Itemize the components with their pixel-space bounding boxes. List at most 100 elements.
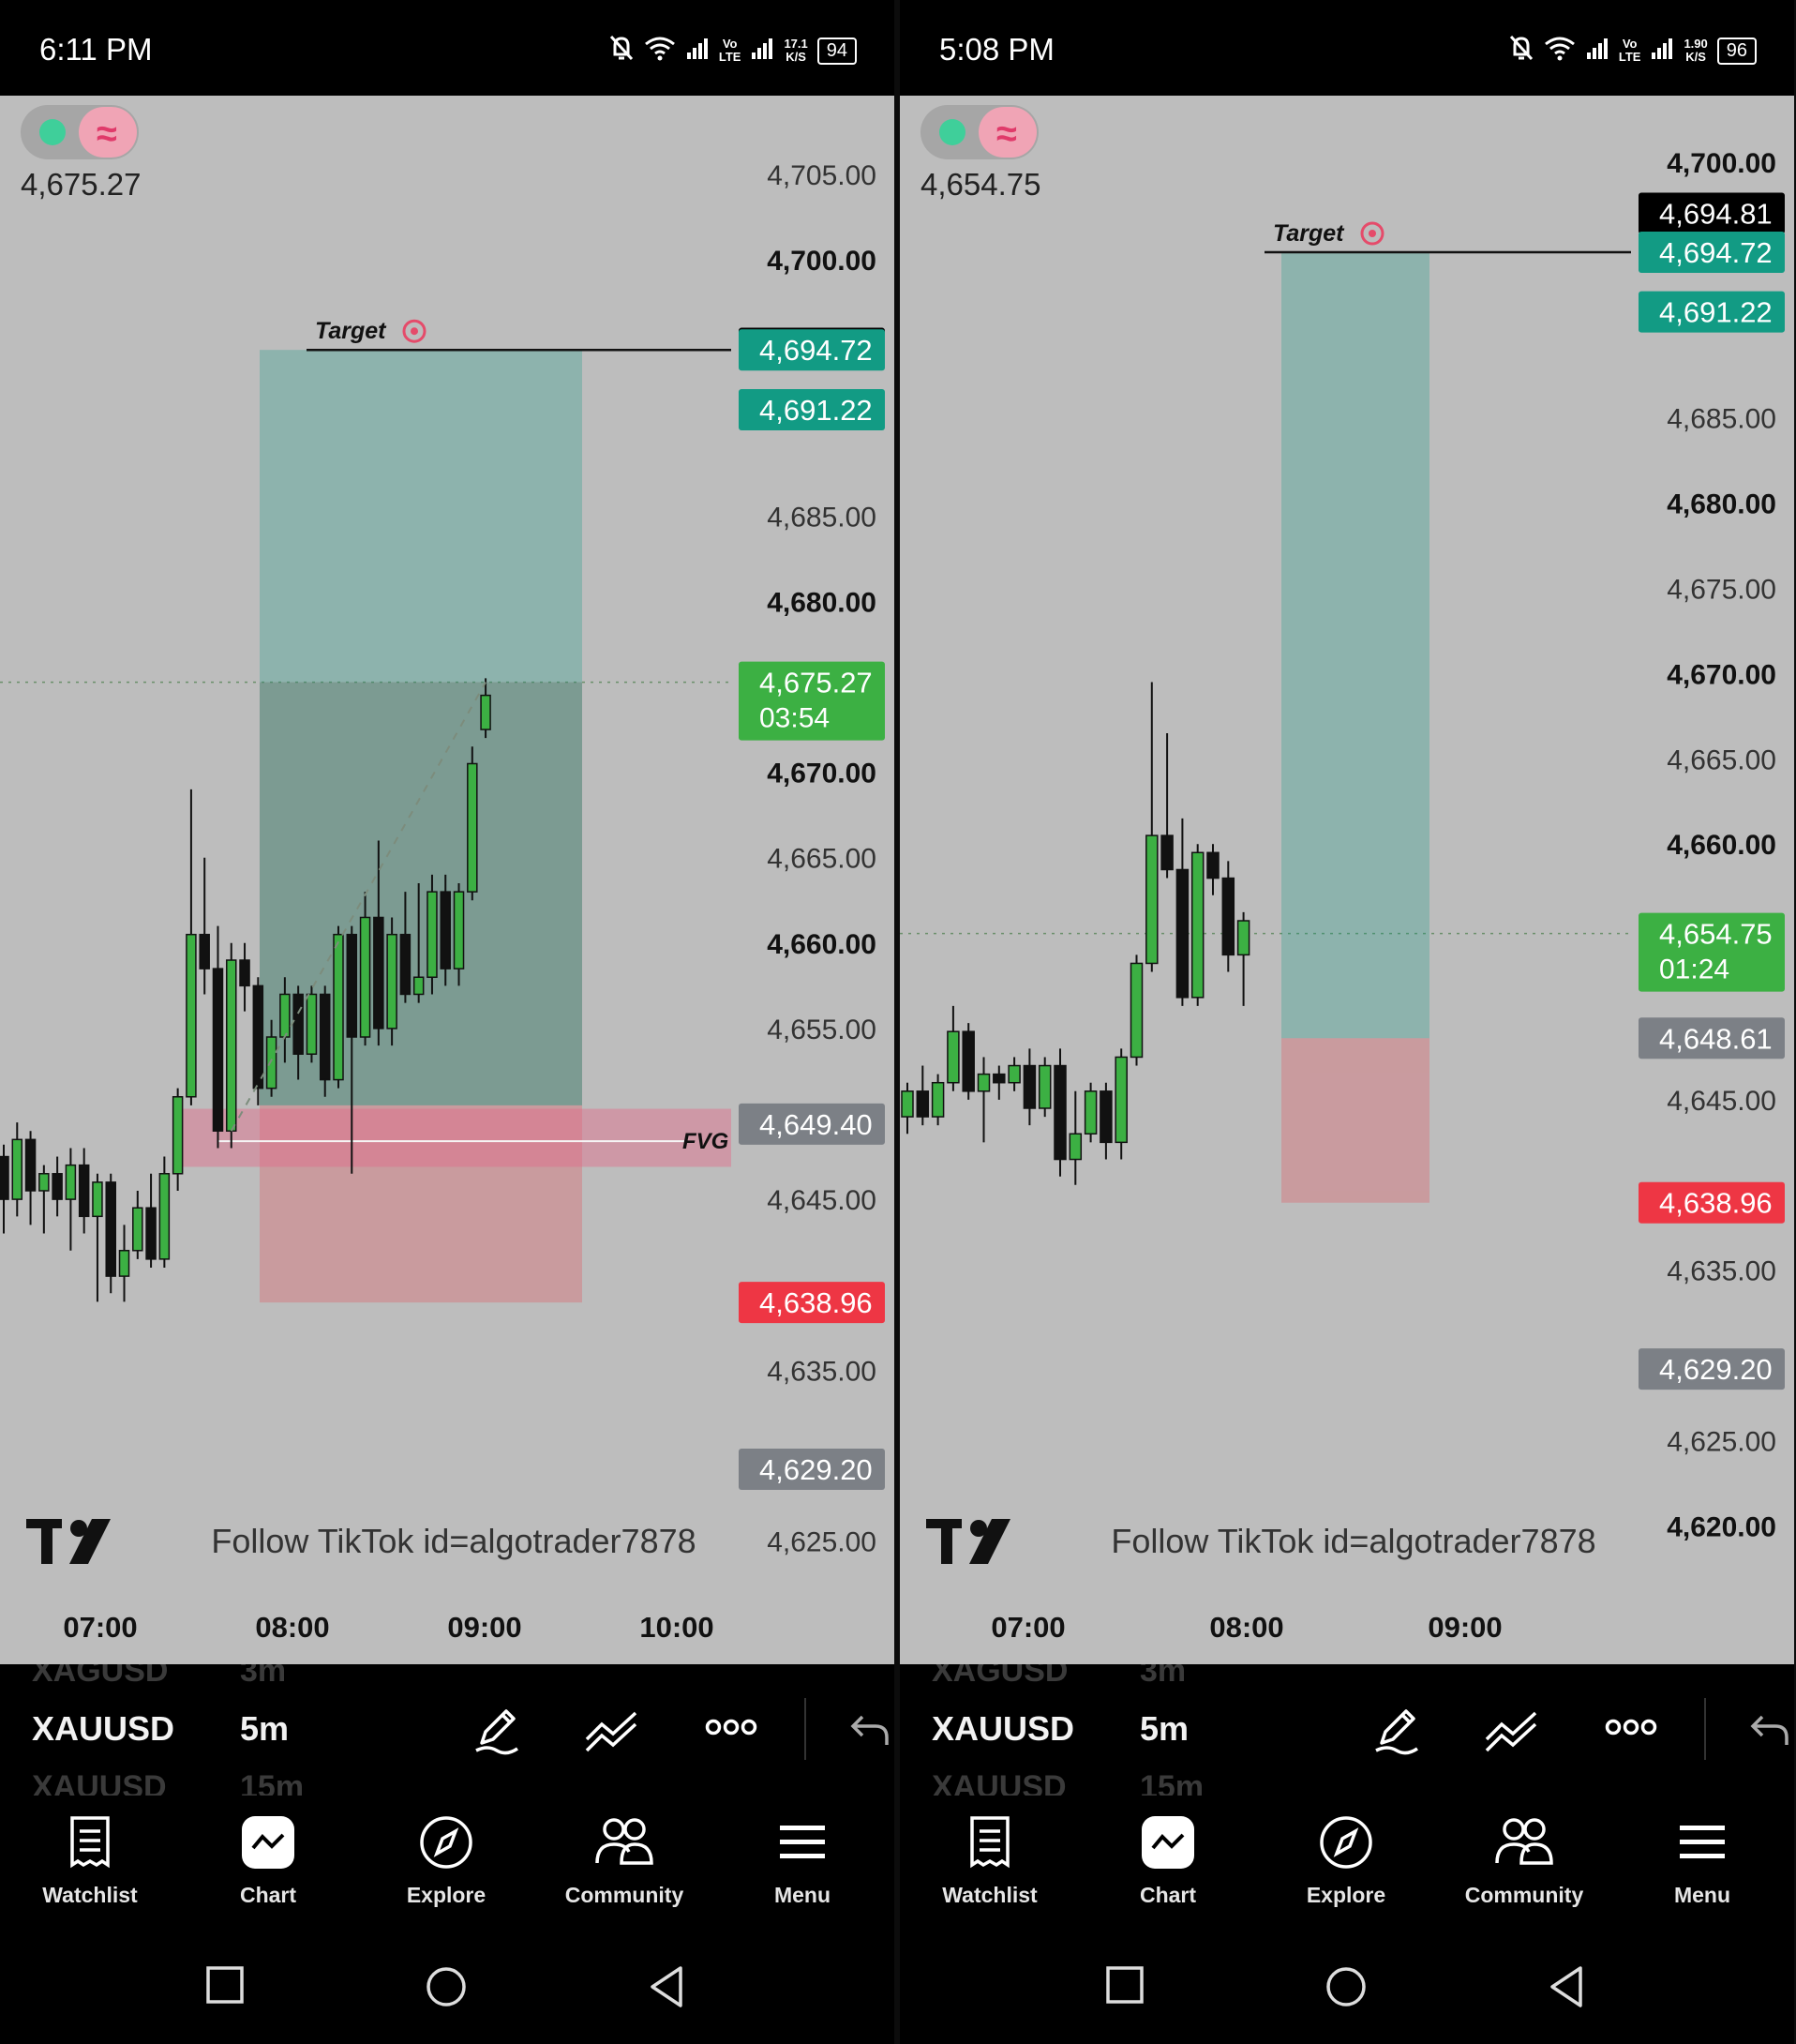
pencil-icon[interactable]	[1369, 1702, 1425, 1763]
nav-community[interactable]: Community	[1449, 1814, 1599, 1908]
candle-up	[11, 1138, 23, 1200]
tradingview-logo-icon	[26, 1519, 62, 1564]
candle-down	[212, 968, 224, 1132]
candle-up	[92, 1181, 103, 1218]
price-axis-label: 4,680.00	[767, 587, 876, 618]
drawing-tools-icon[interactable]	[1481, 1702, 1541, 1763]
chart-area[interactable]: FVG Target ≈4,675.27 4,705.00 4,700.00 4,685.…	[0, 96, 894, 1664]
candle-up	[1145, 834, 1159, 965]
price-tag-label: 4,691.22	[759, 394, 873, 427]
symbol-picker-next: XAUUSD	[932, 1769, 1067, 1796]
price-axis-label: 4,665.00	[1667, 744, 1776, 775]
back-button[interactable]	[647, 1964, 688, 2014]
nav-menu[interactable]: Menu	[1627, 1814, 1777, 1908]
network-speed: 1.90 K/S	[1684, 37, 1708, 64]
candle-up	[453, 891, 465, 969]
candle-up	[1236, 920, 1250, 956]
candle-up	[226, 959, 237, 1132]
volte-icon: Vo LTE	[718, 37, 741, 64]
nav-explore[interactable]: Explore	[371, 1814, 521, 1908]
candle-up	[1115, 1056, 1128, 1144]
drawing-tools-icon[interactable]	[581, 1702, 641, 1763]
nav-chart[interactable]: Chart	[193, 1814, 343, 1908]
candle-down	[962, 1030, 975, 1092]
nav-chart[interactable]: Chart	[1093, 1814, 1243, 1908]
chart-area[interactable]: Target ≈4,654.75 4,700.00 4,685.00 4,680.00 4…	[900, 96, 1794, 1664]
nav-watchlist-label: Watchlist	[42, 1883, 138, 1907]
candle-down	[105, 1181, 116, 1277]
price-axis-label: 4,705.00	[767, 160, 876, 191]
pencil-icon[interactable]	[469, 1702, 525, 1763]
back-button[interactable]	[1547, 1964, 1588, 2014]
price-axis-label: 4,670.00	[1667, 659, 1776, 690]
symbol-selector[interactable]: XAUUSD	[932, 1709, 1074, 1749]
price-axis-label: 4,680.00	[1667, 489, 1776, 520]
nav-menu[interactable]: Menu	[727, 1814, 877, 1908]
battery-icon: 94	[816, 37, 857, 65]
price-axis-label: 4,665.00	[767, 844, 876, 875]
bell-off-icon	[1508, 34, 1534, 68]
more-options-icon[interactable]	[1605, 1713, 1657, 1746]
candle-up	[306, 993, 318, 1055]
candle-up	[412, 976, 425, 996]
price-tag-label: 4,694.81	[1659, 198, 1773, 231]
bottom-nav: Watchlist Chart Explore Community Menu	[900, 1796, 1794, 1936]
symbol-selector[interactable]: XAUUSD	[32, 1709, 174, 1749]
price-chart[interactable]: FVG Target ≈4,675.27 4,705.00 4,700.00 4,685.…	[0, 96, 894, 1664]
price-tag-label: 4,629.20	[759, 1453, 873, 1486]
toolbar-separator	[804, 1698, 808, 1765]
interval-picker-prev: 3m	[240, 1664, 287, 1689]
candle-down	[916, 1090, 930, 1118]
undo-icon[interactable]	[849, 1713, 891, 1751]
candle-up	[132, 1207, 143, 1252]
candle-down	[252, 984, 264, 1090]
recents-button[interactable]	[204, 1964, 246, 2010]
candle-down	[292, 993, 304, 1055]
nav-community[interactable]: Community	[549, 1814, 699, 1908]
price-axis-label: 4,685.00	[1667, 404, 1776, 435]
candle-up	[172, 1096, 184, 1175]
system-nav-bar	[0, 1936, 894, 2044]
candle-up	[1084, 1090, 1098, 1135]
price-axis-label: 4,670.00	[767, 759, 876, 789]
candle-down	[1054, 1064, 1067, 1161]
price-chart[interactable]: Target ≈4,654.75 4,700.00 4,685.00 4,680.00 4…	[900, 96, 1794, 1664]
target-zone	[1281, 251, 1429, 1039]
nav-watchlist[interactable]: Watchlist	[15, 1814, 165, 1908]
network-speed: 17.1 K/S	[784, 37, 808, 64]
nav-menu-label: Menu	[1673, 1883, 1731, 1907]
interval-selector[interactable]: 5m	[240, 1709, 289, 1749]
nav-explore[interactable]: Explore	[1271, 1814, 1421, 1908]
more-options-icon[interactable]	[705, 1713, 757, 1746]
interval-selector[interactable]: 5m	[1140, 1709, 1189, 1749]
candle-up	[386, 933, 397, 1030]
symbol-picker-prev: XAGUSD	[932, 1664, 1069, 1689]
candle-down	[0, 1155, 9, 1200]
nav-chart-label: Chart	[239, 1883, 297, 1907]
price-axis-label: 4,675.00	[1667, 575, 1776, 606]
price-axis-label: 4,655.00	[767, 1014, 876, 1045]
price-tag-label: 4,648.61	[1659, 1022, 1773, 1055]
home-button[interactable]	[424, 1964, 469, 2014]
recents-button[interactable]	[1104, 1964, 1145, 2010]
price-tag-label: 4,638.96	[759, 1286, 873, 1319]
price-tag-label: 4,675.27	[759, 667, 873, 699]
candle-down	[239, 959, 250, 987]
tradingview-logo-icon	[926, 1519, 962, 1564]
candle-up	[467, 762, 478, 893]
status-time: 6:11 PM	[39, 32, 153, 67]
price-axis-label: 4,620.00	[1667, 1511, 1776, 1542]
price-tag-label: 4,629.20	[1659, 1353, 1773, 1386]
nav-community-label: Community	[564, 1883, 684, 1907]
price-axis-label: 4,660.00	[767, 929, 876, 960]
signal-icon	[750, 36, 774, 66]
left-phone-screen: 6:11 PM Vo LTE 17.1 K/S 94 FVG Target ≈4,675…	[0, 0, 894, 2044]
price-tag-label: 4,638.96	[1659, 1187, 1773, 1220]
symbol-toolbar: XAGUSD 3m XAUUSD 5m XAUUSD 15m	[0, 1664, 894, 1796]
nav-watchlist[interactable]: Watchlist	[915, 1814, 1065, 1908]
undo-icon[interactable]	[1749, 1713, 1790, 1751]
watermark-text: Follow TikTok id=algotrader7878	[211, 1522, 696, 1560]
candle-down	[1023, 1064, 1037, 1109]
wifi-icon	[1544, 35, 1576, 67]
home-button[interactable]	[1324, 1964, 1369, 2014]
